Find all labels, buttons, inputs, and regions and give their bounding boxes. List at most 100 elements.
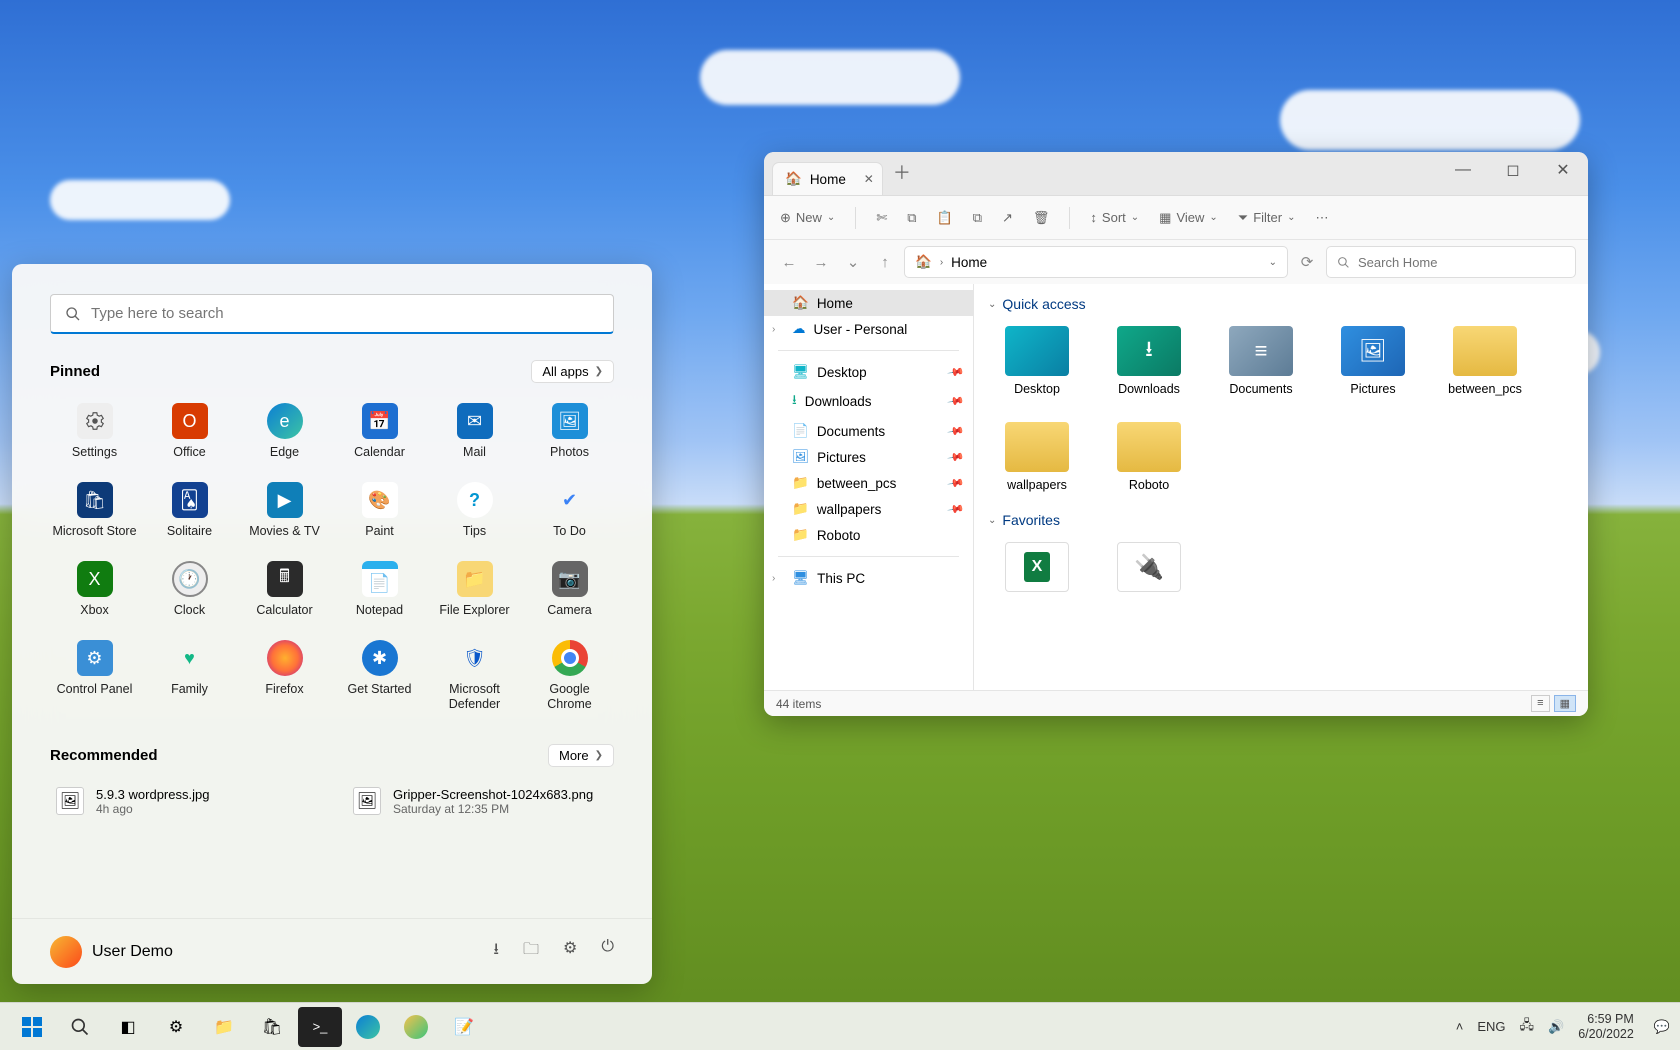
recommended-item[interactable]: 🖼 Gripper-Screenshot-1024x683.pngSaturda…: [347, 781, 614, 822]
downloads-icon[interactable]: ⭳: [493, 938, 499, 965]
pin-icon[interactable]: 📌: [947, 474, 966, 493]
app-control-panel[interactable]: ⚙Control Panel: [50, 634, 139, 718]
taskbar-store[interactable]: 🛍: [250, 1007, 294, 1047]
nav-home[interactable]: 🏠Home: [764, 290, 973, 316]
documents-icon[interactable]: 🗀: [523, 938, 539, 965]
app-photos[interactable]: 🖼Photos: [525, 397, 614, 466]
new-button[interactable]: ⊕New ⌄: [780, 210, 835, 226]
app-paint[interactable]: 🎨Paint: [335, 476, 424, 545]
start-search-input[interactable]: [91, 305, 599, 322]
nav-folder-roboto[interactable]: 📁Roboto: [764, 522, 973, 548]
recommended-item[interactable]: 🖼 5.9.3 wordpress.jpg4h ago: [50, 781, 317, 822]
paste-icon[interactable]: 📋: [937, 210, 953, 226]
share-icon[interactable]: ↗: [1002, 210, 1013, 226]
maximize-button[interactable]: ◻: [1488, 152, 1538, 188]
nav-folder-between[interactable]: 📁between_pcs📌: [764, 470, 973, 496]
icons-view-button[interactable]: ▦: [1554, 695, 1576, 712]
folder-downloads[interactable]: ⭳Downloads: [1100, 320, 1198, 402]
tab-close-icon[interactable]: ✕: [864, 172, 874, 186]
folder-roboto[interactable]: Roboto: [1100, 416, 1198, 498]
app-solitaire[interactable]: 🂡Solitaire: [145, 476, 234, 545]
pin-icon[interactable]: 📌: [947, 448, 966, 467]
cut-icon[interactable]: ✄: [876, 210, 887, 226]
filter-button[interactable]: ⏷Filter ⌄: [1238, 210, 1296, 226]
all-apps-button[interactable]: All apps ❯: [531, 360, 614, 383]
app-edge[interactable]: eEdge: [240, 397, 329, 466]
app-movies-tv[interactable]: ▶Movies & TV: [240, 476, 329, 545]
app-office[interactable]: OOffice: [145, 397, 234, 466]
more-icon[interactable]: ⋯: [1315, 210, 1328, 226]
app-calendar[interactable]: 📅Calendar: [335, 397, 424, 466]
nav-documents[interactable]: 📄Documents📌: [764, 418, 973, 444]
details-view-button[interactable]: ≡: [1531, 695, 1549, 712]
settings-icon[interactable]: ⚙: [563, 938, 577, 965]
explorer-tab[interactable]: 🏠 Home ✕: [772, 162, 883, 195]
folder-desktop[interactable]: Desktop: [988, 320, 1086, 402]
sort-button[interactable]: ↕Sort ⌄: [1090, 210, 1139, 225]
explorer-search-input[interactable]: [1358, 255, 1565, 270]
app-calculator[interactable]: 🖩Calculator: [240, 555, 329, 624]
user-account-button[interactable]: User Demo: [50, 936, 173, 968]
taskbar-edge-canary[interactable]: [394, 1007, 438, 1047]
taskbar-settings[interactable]: ⚙: [154, 1007, 198, 1047]
app-mail[interactable]: ✉Mail: [430, 397, 519, 466]
explorer-search-box[interactable]: [1326, 246, 1576, 278]
recent-dropdown-button[interactable]: ⌄: [840, 253, 866, 271]
taskbar-search-button[interactable]: [58, 1007, 102, 1047]
app-camera[interactable]: 📷Camera: [525, 555, 614, 624]
pin-icon[interactable]: 📌: [947, 422, 966, 441]
nav-onedrive[interactable]: ›☁User - Personal: [764, 316, 973, 342]
chevron-right-icon[interactable]: ›: [772, 573, 775, 584]
app-xbox[interactable]: XXbox: [50, 555, 139, 624]
explorer-titlebar[interactable]: 🏠 Home ✕ ＋ — ◻ ✕: [764, 152, 1588, 196]
tray-chevron-up-icon[interactable]: ˄: [1456, 1019, 1464, 1034]
start-button[interactable]: [10, 1007, 54, 1047]
nav-this-pc[interactable]: ›🖥This PC: [764, 565, 973, 591]
copy-icon[interactable]: ⧉: [907, 210, 916, 226]
pin-icon[interactable]: 📌: [947, 500, 966, 519]
address-bar[interactable]: 🏠› Home ⌄: [904, 246, 1288, 278]
tray-language[interactable]: ENG: [1477, 1019, 1505, 1034]
tray-clock[interactable]: 6:59 PM 6/20/2022: [1578, 1012, 1634, 1041]
rename-icon[interactable]: ⧉: [973, 210, 982, 226]
nav-desktop[interactable]: 🖥Desktop📌: [764, 359, 973, 385]
app-notepad[interactable]: 📄Notepad: [335, 555, 424, 624]
app-firefox[interactable]: Firefox: [240, 634, 329, 718]
view-button[interactable]: ▦View ⌄: [1159, 210, 1218, 226]
new-tab-button[interactable]: ＋: [893, 159, 911, 185]
app-get-started[interactable]: ✱Get Started: [335, 634, 424, 718]
app-ms-store[interactable]: 🛍Microsoft Store: [50, 476, 139, 545]
start-search-box[interactable]: [50, 294, 614, 334]
tray-notifications-icon[interactable]: 💬: [1654, 1019, 1670, 1035]
app-file-explorer[interactable]: 📁File Explorer: [430, 555, 519, 624]
app-clock[interactable]: 🕐Clock: [145, 555, 234, 624]
nav-folder-wallpapers[interactable]: 📁wallpapers📌: [764, 496, 973, 522]
chevron-right-icon[interactable]: ›: [772, 324, 775, 335]
favorites-header[interactable]: ⌄Favorites: [988, 512, 1574, 528]
favorite-file-excel[interactable]: X: [988, 536, 1086, 598]
app-family[interactable]: ♥Family: [145, 634, 234, 718]
app-settings[interactable]: Settings: [50, 397, 139, 466]
taskbar-terminal[interactable]: >_: [298, 1007, 342, 1047]
forward-button[interactable]: →: [808, 254, 834, 271]
app-chrome[interactable]: Google Chrome: [525, 634, 614, 718]
tray-network-icon[interactable]: 🖧: [1520, 1016, 1535, 1038]
back-button[interactable]: ←: [776, 254, 802, 271]
quick-access-header[interactable]: ⌄Quick access: [988, 296, 1574, 312]
taskbar-edge[interactable]: [346, 1007, 390, 1047]
folder-pictures[interactable]: 🖼Pictures: [1324, 320, 1422, 402]
nav-pictures[interactable]: 🖼Pictures📌: [764, 444, 973, 470]
up-button[interactable]: ↑: [872, 254, 898, 271]
folder-wallpapers[interactable]: wallpapers: [988, 416, 1086, 498]
favorite-file-usb[interactable]: 🔌: [1100, 536, 1198, 598]
pin-icon[interactable]: 📌: [947, 392, 966, 411]
app-defender[interactable]: 🛡Microsoft Defender: [430, 634, 519, 718]
power-icon[interactable]: ⏻: [601, 938, 614, 965]
refresh-button[interactable]: ⟳: [1294, 253, 1320, 271]
folder-documents[interactable]: ≡Documents: [1212, 320, 1310, 402]
nav-downloads[interactable]: ⭳Downloads📌: [764, 385, 973, 418]
tray-volume-icon[interactable]: 🔊: [1548, 1019, 1564, 1035]
task-view-button[interactable]: ◧: [106, 1007, 150, 1047]
pin-icon[interactable]: 📌: [947, 363, 966, 382]
folder-between[interactable]: between_pcs: [1436, 320, 1534, 402]
